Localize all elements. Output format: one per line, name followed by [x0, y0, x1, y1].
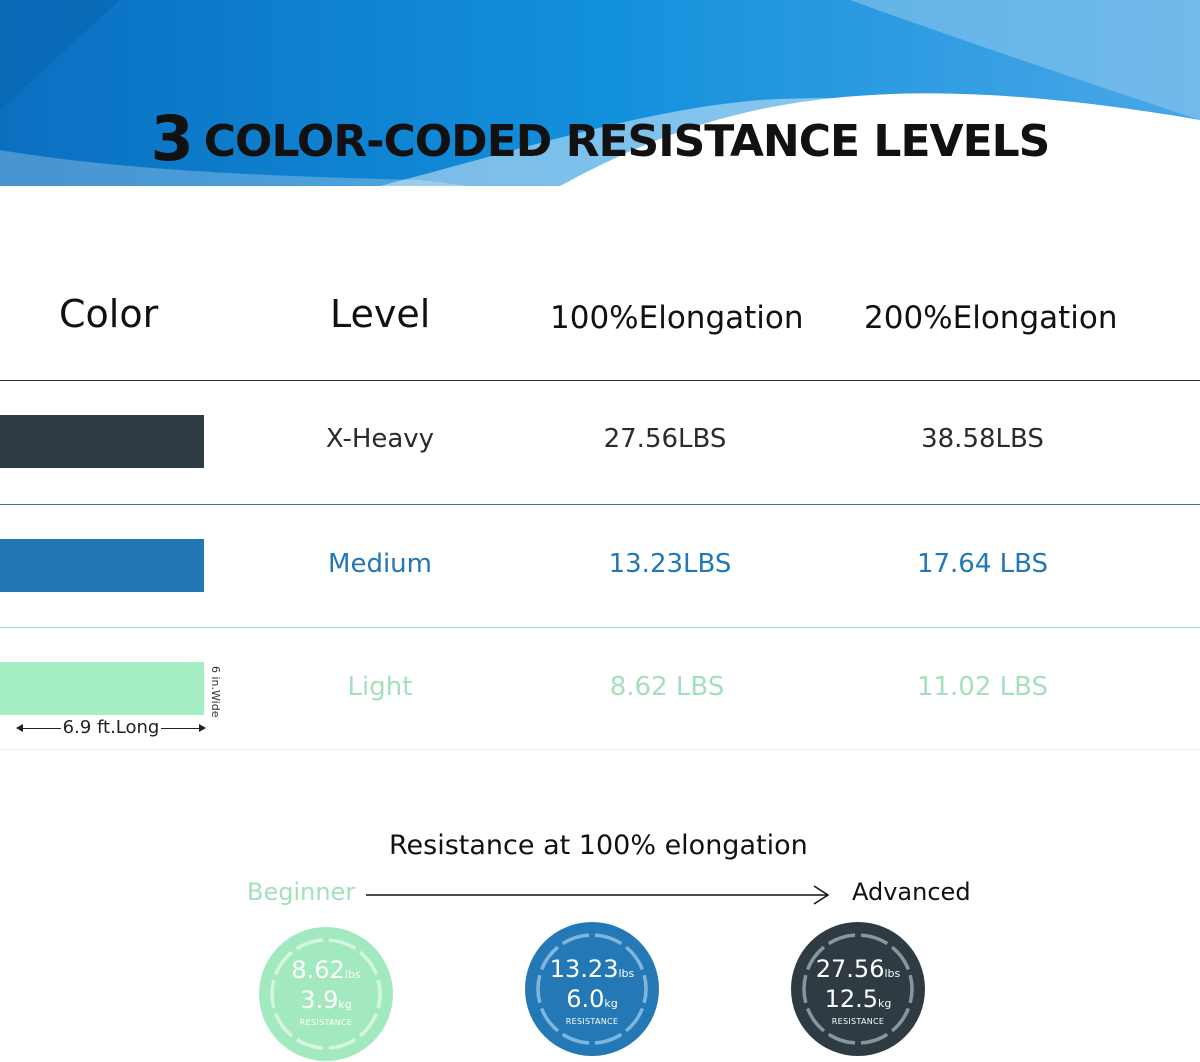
swatch-medium	[0, 539, 204, 592]
gauge-medium-caption: RESISTANCE	[565, 1017, 619, 1026]
gauge-heavy-caption: RESISTANCE	[831, 1017, 885, 1026]
row-divider-3	[0, 749, 1200, 750]
e200-x-heavy: 38.58LBS	[921, 424, 1044, 454]
length-dimension-label: 6.9 ft.Long	[60, 717, 162, 738]
width-dimension-label: 6 in.Wide	[209, 666, 222, 718]
gauge-light-lbs-unit: lbs	[344, 968, 361, 981]
gauge-medium-lbs-unit: lbs	[618, 967, 635, 980]
gauge-light: 8.62lbs 3.9kg RESISTANCE	[258, 926, 394, 1062]
column-header-200-elongation: 200%Elongation	[864, 300, 1118, 336]
gauge-medium-lbs: 13.23	[549, 955, 619, 983]
swatch-light	[0, 662, 204, 715]
progression-title: Resistance at 100% elongation	[389, 830, 808, 861]
gauge-light-lbs: 8.62	[291, 956, 345, 984]
gauge-light-kg-unit: kg	[338, 998, 352, 1011]
level-x-heavy: X-Heavy	[325, 424, 435, 454]
swatch-x-heavy	[0, 415, 204, 468]
row-divider-2	[0, 627, 1200, 628]
gauge-medium-kg-unit: kg	[604, 997, 618, 1010]
e100-light: 8.62 LBS	[609, 672, 725, 702]
e200-medium: 17.64 LBS	[916, 549, 1049, 579]
length-dimension: 6.9 ft.Long	[16, 717, 206, 739]
gauge-medium: 13.23lbs 6.0kg RESISTANCE	[524, 921, 660, 1057]
gauge-light-kg: 3.9	[300, 986, 339, 1014]
e200-light: 11.02 LBS	[916, 672, 1049, 702]
e100-x-heavy: 27.56LBS	[603, 424, 727, 454]
gauge-heavy: 27.56lbs 12.5kg RESISTANCE	[790, 921, 926, 1057]
beginner-label: Beginner	[247, 878, 356, 906]
column-header-level: Level	[330, 292, 431, 336]
header-divider	[0, 380, 1200, 381]
level-medium: Medium	[328, 549, 432, 579]
gauge-heavy-lbs-unit: lbs	[884, 967, 901, 980]
gauge-medium-kg: 6.0	[566, 985, 605, 1013]
gauge-heavy-kg: 12.5	[824, 985, 879, 1013]
row-divider-1	[0, 504, 1200, 505]
gauge-heavy-lbs: 27.56	[815, 955, 885, 983]
column-header-color: Color	[59, 292, 159, 336]
advanced-label: Advanced	[852, 878, 971, 906]
title-text: COLOR-CODED RESISTANCE LEVELS	[203, 116, 1051, 167]
gauge-heavy-kg-unit: kg	[878, 997, 892, 1010]
column-header-100-elongation: 100%Elongation	[550, 300, 804, 336]
page-title: 3 COLOR-CODED RESISTANCE LEVELS	[0, 102, 1200, 175]
title-number: 3	[150, 102, 194, 175]
level-light: Light	[347, 672, 413, 702]
gauge-light-caption: RESISTANCE	[299, 1018, 353, 1027]
e100-medium: 13.23LBS	[608, 549, 732, 579]
progression-arrow-icon	[366, 885, 830, 905]
